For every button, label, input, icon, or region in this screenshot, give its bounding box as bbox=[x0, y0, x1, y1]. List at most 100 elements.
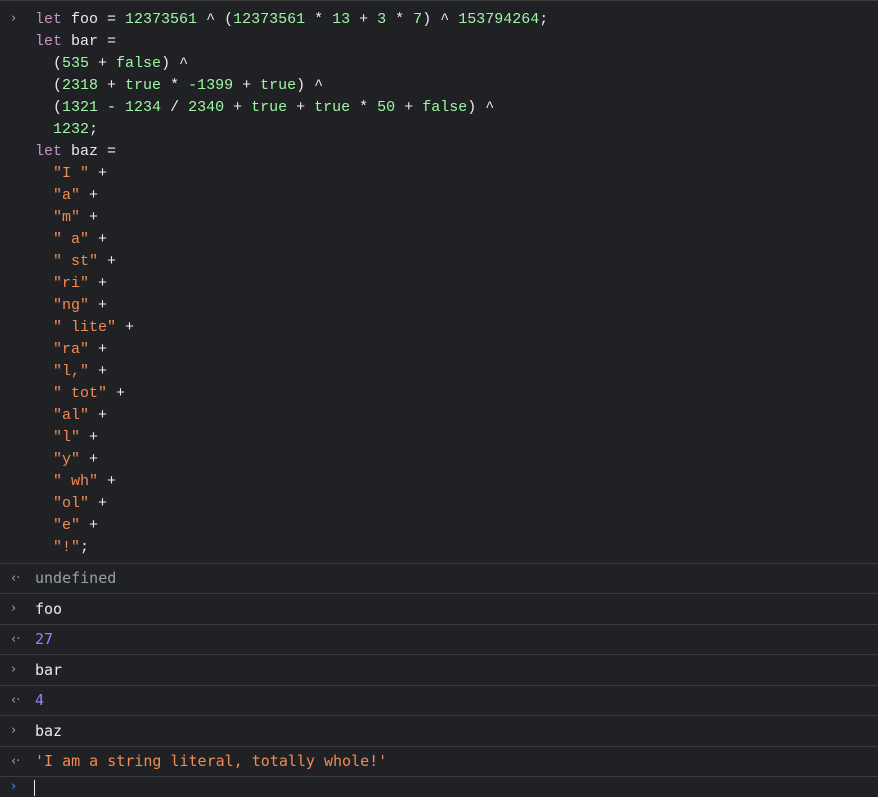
text-caret bbox=[34, 780, 35, 796]
code-token: "m" bbox=[53, 209, 81, 226]
code-token: + bbox=[89, 363, 108, 380]
code-token: * bbox=[350, 99, 378, 116]
code-token: "l," bbox=[53, 363, 90, 380]
code-token: + bbox=[89, 231, 108, 248]
code-token: false bbox=[116, 55, 162, 72]
code-token: + bbox=[80, 451, 99, 468]
code-token: + bbox=[89, 407, 108, 424]
console-output-entry: ‹· 27 bbox=[0, 625, 878, 655]
code-token: 1232 bbox=[53, 121, 90, 138]
code-token: "l" bbox=[53, 429, 81, 446]
code-token: / bbox=[161, 99, 189, 116]
console-output-entry: ‹· 'I am a string literal, totally whole!… bbox=[0, 747, 878, 777]
input-chevron-icon: › bbox=[11, 662, 17, 677]
code-token: 3 bbox=[377, 11, 387, 28]
console-input-entry: › baz bbox=[0, 716, 878, 747]
code-token: + bbox=[116, 319, 135, 336]
code-token: false bbox=[422, 99, 468, 116]
code-token: "a" bbox=[53, 187, 81, 204]
code-token: + bbox=[395, 99, 423, 116]
code-token: "ri" bbox=[53, 275, 90, 292]
code-token: ( bbox=[35, 99, 63, 116]
code-token: - bbox=[98, 99, 126, 116]
code-token: "I " bbox=[53, 165, 90, 182]
code-token: "!" bbox=[53, 539, 81, 556]
result-value[interactable]: 'I am a string literal, totally whole!' bbox=[35, 752, 387, 770]
console-output-entry: ‹· 4 bbox=[0, 686, 878, 716]
code-token: 2318 bbox=[62, 77, 99, 94]
code-token: "ra" bbox=[53, 341, 90, 358]
code-token: foo bbox=[71, 11, 108, 28]
console-prompt-line[interactable]: › bbox=[0, 777, 878, 797]
code-token: = bbox=[107, 33, 117, 50]
code-token: "ol" bbox=[53, 495, 90, 512]
result-value[interactable]: 27 bbox=[35, 630, 53, 648]
output-arrow-icon: ‹· bbox=[11, 693, 21, 708]
output-arrow-icon: ‹· bbox=[11, 571, 21, 586]
output-arrow-icon: ‹· bbox=[11, 632, 21, 647]
code-token: " tot" bbox=[53, 385, 108, 402]
code-token: + bbox=[89, 165, 108, 182]
code-token: true bbox=[251, 99, 288, 116]
code-token: ) ^ bbox=[296, 77, 324, 94]
console-input-entry: › bar bbox=[0, 655, 878, 686]
code-token: + bbox=[80, 429, 99, 446]
code-token: " wh" bbox=[53, 473, 99, 490]
input-expression: baz bbox=[35, 722, 63, 740]
code-token: + bbox=[89, 495, 108, 512]
input-chevron-icon: › bbox=[11, 723, 17, 738]
code-token: + bbox=[89, 297, 108, 314]
code-token: " st" bbox=[53, 253, 99, 270]
code-token: ) ^ bbox=[161, 55, 189, 72]
code-token: true bbox=[125, 77, 162, 94]
code-token: true bbox=[260, 77, 297, 94]
code-token: -1399 bbox=[188, 77, 234, 94]
prompt-chevron-icon: › bbox=[11, 779, 17, 794]
input-chevron-icon: › bbox=[11, 11, 17, 26]
code-token: 153794264 bbox=[458, 11, 540, 28]
console-entries: › let foo = 12373561 ^ (12373561 * 13 + 3… bbox=[0, 1, 878, 777]
code-token: + bbox=[89, 275, 108, 292]
result-value[interactable]: undefined bbox=[35, 569, 116, 587]
code-token: + bbox=[80, 209, 99, 226]
code-token: + bbox=[80, 517, 99, 534]
input-expression: bar bbox=[35, 661, 63, 679]
output-arrow-icon: ‹· bbox=[11, 754, 21, 769]
code-token: ) ^ bbox=[422, 11, 459, 28]
code-token: ) ^ bbox=[467, 99, 495, 116]
code-token: " lite" bbox=[53, 319, 117, 336]
input-expression: foo bbox=[35, 600, 63, 618]
code-token: ; bbox=[80, 539, 90, 556]
code-token: + bbox=[98, 253, 117, 270]
code-token: " a" bbox=[53, 231, 90, 248]
code-token: 535 bbox=[62, 55, 90, 72]
code-token: + bbox=[98, 77, 126, 94]
code-token: = bbox=[107, 143, 117, 160]
code-token: let bbox=[35, 11, 72, 28]
code-token: true bbox=[314, 99, 351, 116]
code-token: 7 bbox=[413, 11, 423, 28]
code-token: 12373561 bbox=[125, 11, 198, 28]
code-token: + bbox=[107, 385, 126, 402]
code-token: + bbox=[233, 77, 261, 94]
code-token: 13 bbox=[332, 11, 351, 28]
devtools-console: › let foo = 12373561 ^ (12373561 * 13 + 3… bbox=[0, 0, 878, 796]
code-token: + bbox=[89, 341, 108, 358]
console-input-entry: › let foo = 12373561 ^ (12373561 * 13 + 3… bbox=[0, 1, 878, 564]
code-token: = bbox=[107, 11, 126, 28]
result-value[interactable]: 4 bbox=[35, 691, 44, 709]
